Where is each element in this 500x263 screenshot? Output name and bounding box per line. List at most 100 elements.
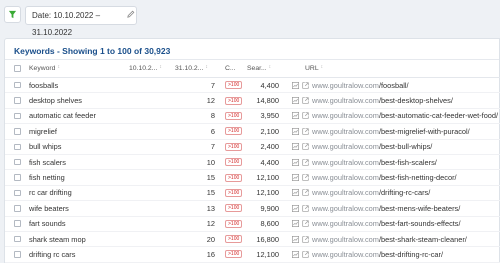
filter-button[interactable] (4, 6, 21, 23)
url-path: /best-fish-scalers/ (378, 157, 437, 167)
rank-date2-cell: 15 (206, 173, 215, 183)
external-link-icon[interactable] (302, 174, 309, 181)
serp-chart-icon[interactable] (288, 232, 302, 246)
url-cell[interactable]: www.goultralow.com/foosball/ (302, 78, 500, 92)
serp-chart-icon[interactable] (288, 109, 302, 123)
table-row[interactable]: foosballs 7 >100 4,400 www.goultralow.com/fo… (5, 78, 500, 94)
keyword-cell[interactable]: drifting rc cars (29, 247, 125, 261)
url-cell[interactable]: www.goultralow.com/best-fish-scalers/ (302, 155, 500, 169)
external-link-icon[interactable] (302, 251, 309, 258)
keyword-cell[interactable]: foosballs (29, 78, 125, 92)
table-row[interactable]: automatic cat feeder 8 >100 3,950 www.goultr… (5, 109, 500, 125)
keyword-cell[interactable]: fart sounds (29, 217, 125, 231)
external-link-icon[interactable] (302, 189, 309, 197)
pencil-icon[interactable] (127, 10, 135, 18)
sort-icon: ↕ (205, 63, 208, 70)
url-cell[interactable]: www.goultralow.com/best-drifting-rc-car/ (302, 247, 500, 261)
table-row[interactable]: shark steam mop 20 >100 16,800 www.goultralo… (5, 232, 500, 248)
url-host: www.goultralow.com (312, 188, 379, 198)
row-checkbox[interactable] (14, 217, 26, 231)
table-row[interactable]: fart sounds 12 >100 8,600 www.goultralow.com… (5, 217, 500, 232)
date-range-picker[interactable]: Date: 10.10.2022 – 31.10.2022 (25, 6, 137, 37)
search-volume-cell: 2,400 (260, 142, 280, 152)
external-link-icon[interactable] (302, 220, 309, 227)
rank-date2-cell: 15 (206, 188, 215, 198)
row-checkbox[interactable] (14, 140, 26, 154)
serp-chart-icon[interactable] (288, 155, 302, 169)
rank-date2-cell: 7 (210, 80, 215, 90)
external-link-icon[interactable] (302, 112, 309, 120)
table-row[interactable]: drifting rc cars 16 >100 12,100 www.goultral… (5, 247, 500, 263)
col-search-volume[interactable]: Sear... ↕ (247, 60, 279, 77)
row-checkbox[interactable] (14, 78, 26, 92)
row-checkbox[interactable] (14, 170, 26, 184)
row-checkbox[interactable] (14, 109, 26, 123)
url-cell[interactable]: www.goultralow.com/best-shark-steam-clea… (302, 232, 500, 246)
serp-chart-icon[interactable] (288, 186, 302, 200)
rank-date1-cell (129, 170, 171, 184)
url-path: /best-automatic-cat-feeder-wet-food/ (378, 111, 499, 121)
serp-chart-icon[interactable] (288, 201, 302, 215)
keyword-cell[interactable]: fish netting (29, 170, 125, 184)
keyword-cell[interactable]: migrelief (29, 124, 125, 138)
table-row[interactable]: wife beaters 13 >100 9,900 www.goultralow.co… (5, 201, 500, 217)
url-cell[interactable]: www.goultralow.com/best-bull-whips/ (302, 140, 500, 154)
serp-chart-icon[interactable] (288, 78, 302, 92)
search-volume-cell: 14,800 (256, 96, 279, 106)
url-cell[interactable]: www.goultralow.com/best-automatic-cat-fe… (302, 109, 500, 123)
table-row[interactable]: fish scalers 10 >100 4,400 www.goultralow.co… (5, 155, 500, 171)
serp-chart-icon[interactable] (288, 170, 302, 184)
row-checkbox[interactable] (14, 201, 26, 215)
rank-date1-cell (129, 247, 171, 261)
url-cell[interactable]: www.goultralow.com/drifting-rc-cars/ (302, 186, 500, 200)
url-cell[interactable]: www.goultralow.com/best-fart-sounds-effe… (302, 217, 500, 231)
change-cell: >100 (225, 217, 245, 231)
search-volume-cell: 12,100 (256, 173, 279, 183)
col-url[interactable]: URL ↕ (305, 60, 500, 77)
external-link-icon[interactable] (302, 97, 309, 104)
keyword-cell[interactable]: rc car drifting (29, 186, 125, 200)
table-row[interactable]: bull whips 7 >100 2,400 www.goultralow.com/b… (5, 140, 500, 155)
external-link-icon[interactable] (302, 235, 309, 243)
url-cell[interactable]: www.goultralow.com/best-mens-wife-beater… (302, 201, 500, 215)
url-cell[interactable]: www.goultralow.com/best-desktop-shelves/ (302, 93, 500, 107)
keyword-cell[interactable]: shark steam mop (29, 232, 125, 246)
serp-chart-icon[interactable] (288, 217, 302, 231)
row-checkbox[interactable] (14, 186, 26, 200)
table-row[interactable]: fish netting 15 >100 12,100 www.goultralow.c… (5, 170, 500, 186)
select-all-checkbox[interactable] (14, 60, 26, 77)
serp-chart-icon[interactable] (288, 140, 302, 154)
external-link-icon[interactable] (302, 205, 309, 212)
row-checkbox[interactable] (14, 124, 26, 138)
row-checkbox[interactable] (14, 93, 26, 107)
serp-chart-icon[interactable] (288, 247, 302, 261)
row-checkbox[interactable] (14, 247, 26, 261)
external-link-icon[interactable] (302, 143, 309, 150)
change-badge: >100 (225, 81, 243, 90)
keyword-cell[interactable]: automatic cat feeder (29, 109, 125, 123)
keyword-cell[interactable]: wife beaters (29, 201, 125, 215)
table-row[interactable]: rc car drifting 15 >100 12,100 www.goultralo… (5, 186, 500, 202)
rank-date1-cell (129, 78, 171, 92)
col-date1[interactable]: 10.10.2... ↕ (129, 60, 171, 77)
serp-chart-icon[interactable] (288, 124, 302, 138)
table-row[interactable]: migrelief 6 >100 2,100 www.goultralow.com/be… (5, 124, 500, 140)
col-date2[interactable]: 31.10.2... ↕ (175, 60, 215, 77)
url-host: www.goultralow.com (312, 157, 379, 167)
col-change[interactable]: C... (225, 60, 245, 77)
rank-date1-cell (129, 109, 171, 123)
row-checkbox[interactable] (14, 232, 26, 246)
url-cell[interactable]: www.goultralow.com/best-migrelief-with-p… (302, 124, 500, 138)
external-link-icon[interactable] (302, 128, 309, 135)
keyword-cell[interactable]: desktop shelves (29, 93, 125, 107)
keyword-cell[interactable]: bull whips (29, 140, 125, 154)
row-checkbox[interactable] (14, 155, 26, 169)
col-keyword[interactable]: Keyword ↕ (29, 60, 125, 77)
url-cell[interactable]: www.goultralow.com/best-fish-netting-dec… (302, 170, 500, 184)
serp-chart-icon[interactable] (288, 93, 302, 107)
external-link-icon[interactable] (302, 82, 309, 89)
change-cell: >100 (225, 78, 245, 92)
table-row[interactable]: desktop shelves 12 >100 14,800 www.goultralo… (5, 93, 500, 109)
keyword-cell[interactable]: fish scalers (29, 155, 125, 169)
external-link-icon[interactable] (302, 158, 309, 166)
